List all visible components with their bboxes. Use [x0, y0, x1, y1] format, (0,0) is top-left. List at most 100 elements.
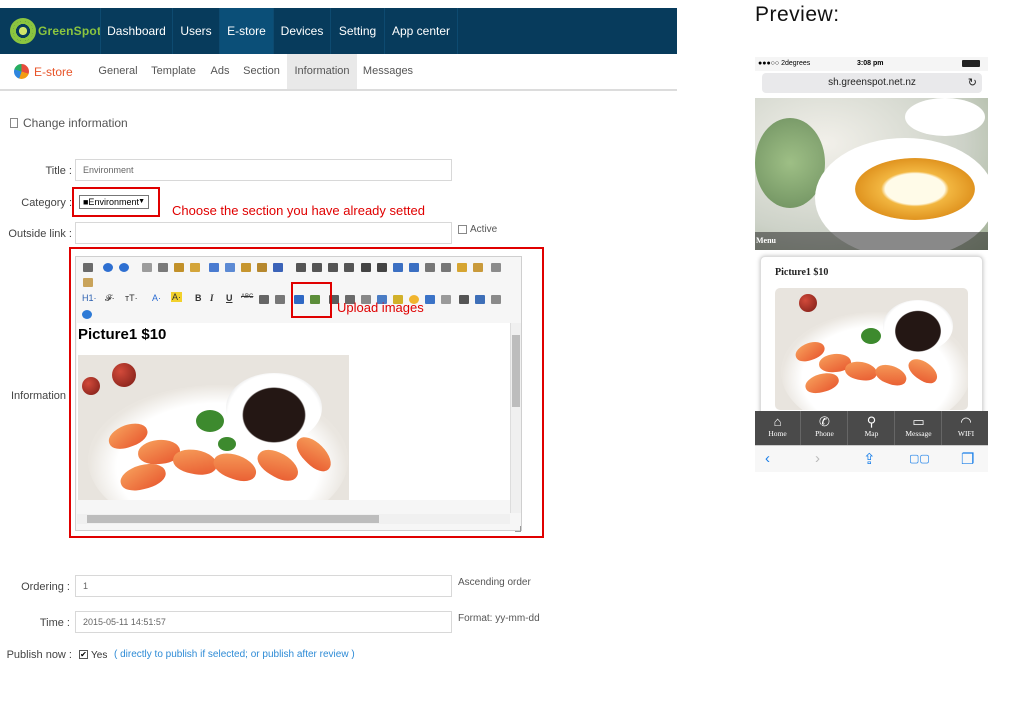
category-select[interactable]: ■Environment ▼ [79, 195, 149, 209]
eraser-icon[interactable] [275, 295, 285, 304]
source-icon[interactable] [190, 263, 200, 272]
date-icon[interactable] [425, 295, 435, 304]
template-icon[interactable] [174, 263, 184, 272]
nav-item-users[interactable]: Users [172, 8, 219, 54]
tab-messages[interactable]: Messages [360, 54, 416, 89]
nav-item-app-center[interactable]: App center [384, 8, 458, 54]
tab-home[interactable]: ⌂ Home [755, 411, 801, 445]
back-icon[interactable]: ‹ [765, 450, 770, 467]
active-checkbox[interactable] [458, 225, 467, 234]
editor-vertical-scrollbar[interactable] [510, 323, 521, 513]
strikethrough-button[interactable]: ABC [241, 294, 253, 300]
tab-information[interactable]: Information [287, 54, 357, 89]
nav-item-setting[interactable]: Setting [330, 8, 384, 54]
nav-item-devices[interactable]: Devices [273, 8, 330, 54]
title-label: Title : [45, 165, 73, 177]
paste-word-icon[interactable] [273, 263, 283, 272]
carrier-text: ●●●○○ 2degrees [758, 60, 811, 67]
estore-pie-icon [14, 64, 29, 79]
cut-icon[interactable] [209, 263, 219, 272]
table-icon[interactable] [259, 295, 269, 304]
shrimp-dish-image [78, 355, 349, 500]
category-label: Category : [21, 197, 72, 209]
print-icon[interactable] [158, 263, 168, 272]
highlight-color-dropdown[interactable]: A· [171, 292, 182, 302]
active-label: Active [470, 224, 498, 235]
publish-now-checkbox[interactable]: ✔ [79, 650, 88, 659]
copy-icon[interactable] [225, 263, 235, 272]
align-right-icon[interactable] [328, 263, 338, 272]
italic-button[interactable]: I [210, 293, 214, 303]
justify-icon[interactable] [344, 263, 354, 272]
redo-icon[interactable] [119, 263, 129, 272]
safari-toolbar: ‹ › ⇪ ▢▢ ❐ [755, 445, 988, 472]
editor-horizontal-scrollbar[interactable] [77, 514, 510, 524]
publish-note-link[interactable]: ( directly to publish if selected; or pu… [114, 649, 355, 660]
unordered-list-icon[interactable] [377, 263, 387, 272]
tab-map[interactable]: ⚲ Map [849, 411, 895, 445]
tab-section[interactable]: Section [239, 54, 284, 89]
bookmarks-icon[interactable]: ▢▢ [909, 452, 930, 465]
time-format-hint: Format: yy-mm-dd [458, 613, 540, 624]
tab-wifi[interactable]: ◠ WIFI [943, 411, 989, 445]
ordering-input[interactable]: 1 [75, 575, 452, 597]
outdent-icon[interactable] [409, 263, 419, 272]
tab-template[interactable]: Template [146, 54, 201, 89]
undo-icon[interactable] [103, 263, 113, 272]
link-icon[interactable] [475, 295, 485, 304]
resize-grip-icon[interactable] [515, 526, 521, 532]
publish-yes-label: Yes [91, 650, 108, 661]
editor-picture-heading: Picture1 $10 [78, 326, 167, 343]
ordered-list-icon[interactable] [361, 263, 371, 272]
paste-icon[interactable] [241, 263, 251, 272]
page-title: Change information [10, 116, 128, 130]
share-icon[interactable]: ⇪ [863, 450, 876, 468]
preview-title: Preview: [755, 3, 840, 26]
help-icon[interactable] [82, 310, 92, 319]
superscript-icon[interactable] [441, 263, 451, 272]
subscript-icon[interactable] [425, 263, 435, 272]
category-callout: Choose the section you have already sett… [172, 203, 425, 218]
font-size-dropdown[interactable]: тT· [125, 293, 138, 303]
time-input[interactable]: 2015-05-11 14:51:57 [75, 611, 452, 633]
preview-card-title: Picture1 $10 [775, 267, 829, 278]
forward-icon[interactable]: › [815, 450, 820, 467]
format-painter-icon[interactable] [473, 263, 483, 272]
font-family-dropdown[interactable]: 𝓕· [105, 293, 115, 304]
browser-url-bar[interactable]: sh.greenspot.net.nz ↻ [762, 73, 982, 93]
select-all-icon[interactable] [491, 263, 501, 272]
greenspot-logo[interactable]: GreenSpot [10, 16, 101, 46]
nav-item-estore[interactable]: E-store [219, 8, 273, 54]
unlink-icon[interactable] [491, 295, 501, 304]
tab-general[interactable]: General [94, 54, 142, 89]
tab-ads[interactable]: Ads [205, 54, 235, 89]
anchor-icon[interactable] [459, 295, 469, 304]
fullscreen-icon[interactable] [83, 278, 93, 287]
clear-format-icon[interactable] [457, 263, 467, 272]
nav-item-dashboard[interactable]: Dashboard [100, 8, 172, 54]
tabs-icon[interactable]: ❐ [961, 450, 974, 468]
upload-images-highlight-box [291, 282, 332, 318]
tab-phone[interactable]: ✆ Phone [802, 411, 848, 445]
new-doc-icon[interactable] [83, 263, 93, 272]
reload-icon[interactable]: ↻ [968, 73, 977, 93]
ordering-label: Ordering : [21, 581, 70, 593]
hero-menu-label[interactable]: Menu [756, 236, 776, 245]
font-color-dropdown[interactable]: A· [152, 293, 161, 303]
scrollbar-thumb[interactable] [87, 515, 379, 523]
underline-button[interactable]: U [226, 293, 233, 303]
title-input[interactable]: Environment [75, 159, 452, 181]
tab-message[interactable]: ▭ Message [896, 411, 942, 445]
scrollbar-thumb[interactable] [512, 335, 520, 407]
bold-button[interactable]: B [195, 293, 202, 303]
align-left-icon[interactable] [296, 263, 306, 272]
indent-icon[interactable] [393, 263, 403, 272]
map-pin-icon: ⚲ [866, 414, 877, 429]
heading-dropdown[interactable]: H1· [82, 293, 97, 303]
align-center-icon[interactable] [312, 263, 322, 272]
preview-icon[interactable] [142, 263, 152, 272]
outside-link-input[interactable] [75, 222, 452, 244]
page-break-icon[interactable] [441, 295, 451, 304]
tab-home-label: Home [768, 429, 787, 438]
paste-text-icon[interactable] [257, 263, 267, 272]
